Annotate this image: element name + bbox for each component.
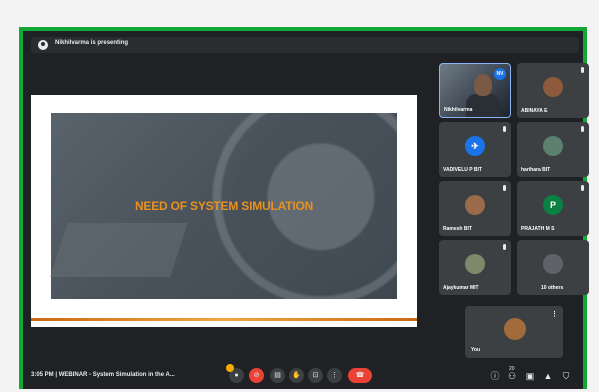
host-controls-icon[interactable]: ⛉ (560, 370, 572, 382)
control-bar: 3:05 PM | WEBINAR - System Simulation in… (23, 363, 583, 389)
participant-tile[interactable]: Ramesh BIT (439, 181, 511, 236)
participant-name: PRAJATH M S (521, 226, 555, 232)
keyboard-graphic (50, 223, 188, 277)
airplane-icon: ✈ (465, 136, 485, 156)
self-tile[interactable]: ⋮ You (465, 306, 563, 358)
captions-button[interactable]: ▤ (270, 368, 285, 383)
present-button[interactable]: ⊡ (308, 368, 323, 383)
info-icon[interactable]: ⓘ (489, 370, 501, 382)
meet-window: Nikhilvarma is presenting NEED OF SYSTEM… (19, 27, 589, 389)
presenting-banner: Nikhilvarma is presenting (31, 37, 579, 53)
participant-video (466, 94, 500, 117)
avatar (465, 254, 485, 274)
mic-icon (503, 185, 506, 191)
meeting-info: 3:05 PM | WEBINAR - System Simulation in… (31, 372, 175, 378)
participant-name: Ajaykumar MIT (443, 285, 479, 291)
participant-name: Nikhilvarma (444, 107, 473, 113)
participant-name: VADIVELU P BIT (443, 167, 482, 173)
shared-screen[interactable]: NEED OF SYSTEM SIMULATION (31, 95, 417, 327)
participant-tile[interactable]: ABINAYA E (517, 63, 589, 118)
participant-tile[interactable]: Ajaykumar MIT (439, 240, 511, 295)
mic-icon (503, 244, 506, 250)
avatar: P (543, 195, 563, 215)
mic-icon (581, 185, 584, 191)
mic-icon (581, 67, 584, 73)
raise-hand-button[interactable]: ✋ (289, 368, 304, 383)
avatar (543, 136, 563, 156)
end-call-button[interactable]: ☎ (348, 368, 372, 383)
mic-icon (581, 126, 584, 132)
slide-title: NEED OF SYSTEM SIMULATION (134, 199, 314, 213)
avatar (465, 195, 485, 215)
participant-face (474, 74, 492, 96)
participant-name: ABINAYA E (521, 108, 548, 114)
camera-off-button[interactable]: ⊘ (249, 368, 264, 383)
participant-name: harihara BIT (521, 167, 551, 173)
participant-name: Ramesh BIT (443, 226, 472, 232)
people-icon[interactable]: 20 ⚇ (506, 366, 518, 382)
notification-dot (226, 364, 234, 372)
slide-accent-bar (31, 318, 417, 321)
chat-icon[interactable]: ▣ (524, 370, 536, 382)
others-count: 10 others (541, 285, 564, 291)
self-name: You (471, 347, 481, 353)
others-tile[interactable]: 10 others (517, 240, 589, 295)
more-options-button[interactable]: ⋮ (327, 368, 342, 383)
slide-image: NEED OF SYSTEM SIMULATION (50, 113, 397, 299)
activities-icon[interactable]: ▲ (542, 370, 554, 382)
participant-tile[interactable]: ✈ VADIVELU P BIT (439, 122, 511, 177)
more-options-icon[interactable]: ⋮ (551, 310, 558, 318)
presenter-avatar-icon (38, 40, 48, 50)
group-icon (543, 254, 563, 274)
meeting-title: WEBINAR - System Simulation in the A... (58, 372, 175, 378)
presenting-text: Nikhilvarma is presenting (55, 40, 129, 46)
mic-toggle-button[interactable]: ● (226, 364, 244, 383)
meeting-time: 3:05 PM (31, 372, 54, 378)
avatar (504, 318, 526, 340)
participant-badge: NV (494, 68, 506, 80)
participant-count: 20 (509, 366, 515, 372)
mic-icon (503, 126, 506, 132)
avatar (543, 77, 563, 97)
screenshot-background: Nikhilvarma is presenting NEED OF SYSTEM… (0, 0, 599, 392)
participant-tile[interactable]: P PRAJATH M S (517, 181, 589, 236)
participant-tile[interactable]: harihara BIT (517, 122, 589, 177)
participant-tile[interactable]: NV Nikhilvarma (439, 63, 511, 118)
